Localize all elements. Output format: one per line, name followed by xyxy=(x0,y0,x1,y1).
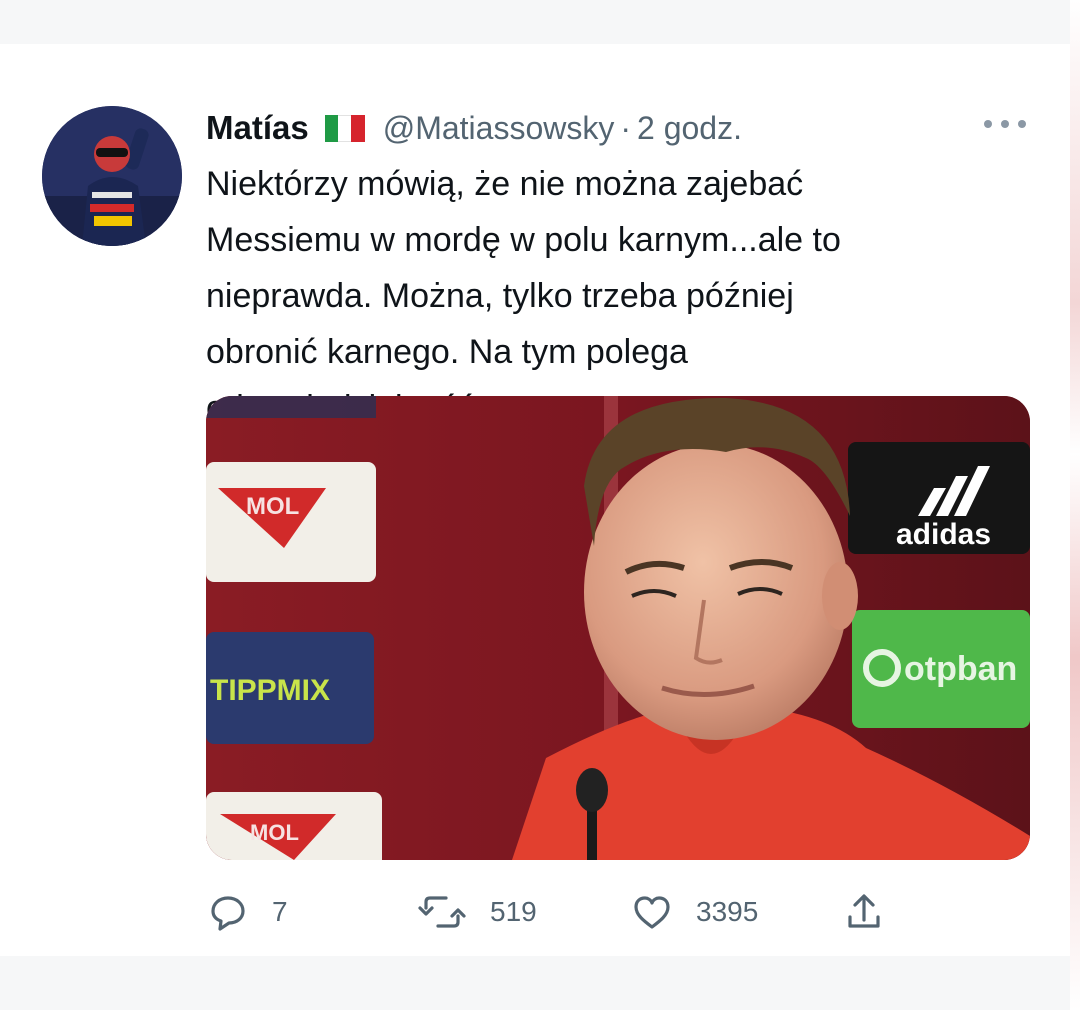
reply-icon xyxy=(211,896,245,931)
italy-flag-icon xyxy=(324,114,365,142)
tweet-text-line: obronić karnego. Na tym polega xyxy=(206,333,688,371)
avatar[interactable] xyxy=(42,106,182,246)
share-icon xyxy=(848,894,880,928)
more-dots-icon[interactable] xyxy=(984,114,1026,134)
tweet-timestamp[interactable]: 2 godz. xyxy=(637,110,742,147)
reply-button[interactable]: 7 xyxy=(206,890,288,934)
svg-text:TIPPMIX: TIPPMIX xyxy=(210,674,330,707)
heart-icon xyxy=(634,896,670,929)
page-edge xyxy=(1070,0,1080,1010)
tweet-text-line: Messiemu w mordę w polu karnym...ale to xyxy=(206,221,841,259)
separator-dot: · xyxy=(620,109,632,146)
tweet-actions: 7 519 3395 xyxy=(206,890,1026,934)
tweet-text-line: Niektórzy mówią, że nie można zajebać xyxy=(206,165,804,203)
retweet-icon xyxy=(418,896,466,928)
tweet-media-image[interactable]: MOL TIPPMIX MOL adidas otpban xyxy=(206,396,1030,860)
page: Matías @Matiassowsky · 2 godz. Niektórzy… xyxy=(0,0,1080,1010)
tweet-text-line: nieprawda. Można, tylko trzeba później xyxy=(206,277,794,315)
svg-text:otpban: otpban xyxy=(904,650,1017,688)
tweet-card[interactable]: Matías @Matiassowsky · 2 godz. Niektórzy… xyxy=(0,44,1070,956)
like-count: 3395 xyxy=(696,896,759,927)
svg-text:MOL: MOL xyxy=(250,820,299,845)
tweet-header: Matías @Matiassowsky · 2 godz. xyxy=(206,108,742,148)
share-button[interactable] xyxy=(842,890,886,934)
author-handle[interactable]: @Matiassowsky xyxy=(383,110,615,147)
author-name[interactable]: Matías xyxy=(206,109,309,147)
like-button[interactable]: 3395 xyxy=(630,890,758,934)
reply-count: 7 xyxy=(272,896,288,927)
press-conference-photo: MOL TIPPMIX MOL adidas otpban xyxy=(206,396,1030,860)
racing-driver-avatar-icon xyxy=(42,106,182,246)
retweet-count: 519 xyxy=(490,896,537,927)
svg-text:MOL: MOL xyxy=(246,493,299,520)
retweet-button[interactable]: 519 xyxy=(416,890,537,934)
tweet-text: Niektórzy mówią, że nie można zajebać Me… xyxy=(206,156,1006,436)
svg-text:adidas: adidas xyxy=(896,518,991,551)
